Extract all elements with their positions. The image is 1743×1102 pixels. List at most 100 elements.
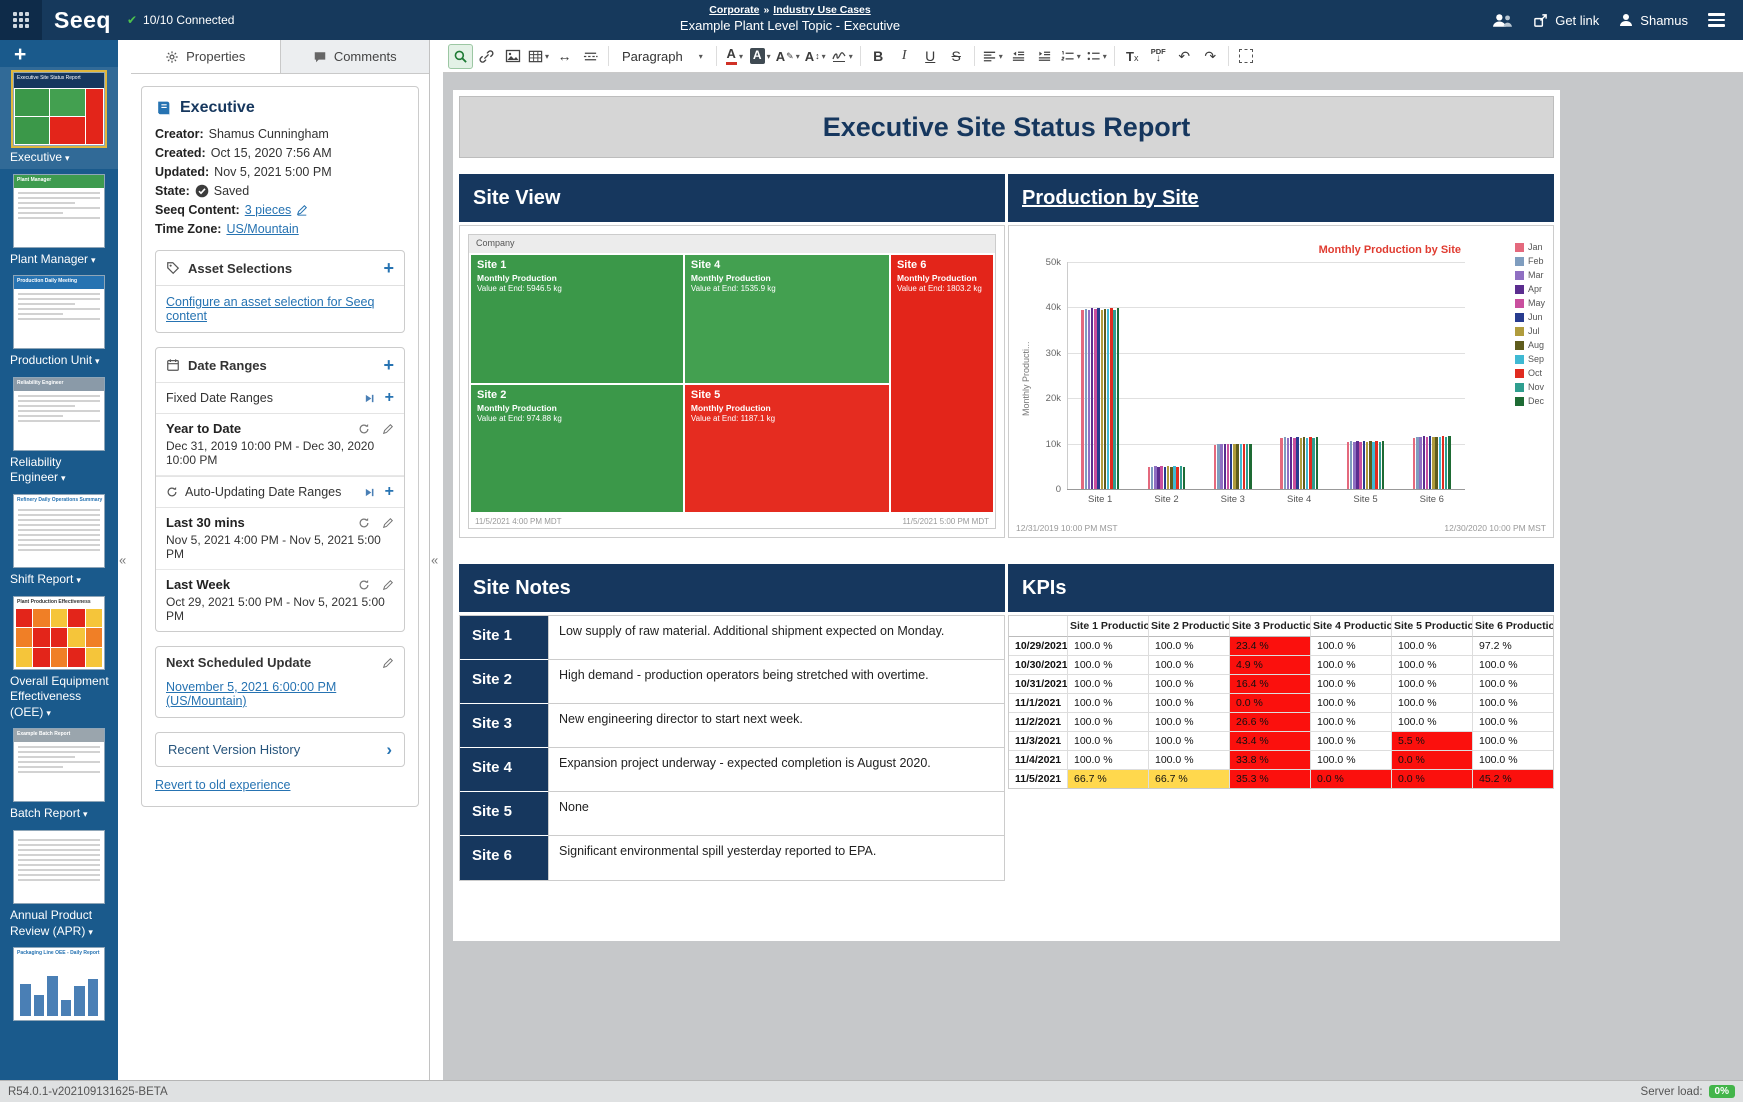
document-thumbnail[interactable] (13, 830, 105, 904)
insert-table-button[interactable]: ▾ (526, 44, 551, 69)
breadcrumb-corporate-link[interactable]: Corporate (709, 4, 759, 16)
italic-button[interactable]: I (892, 44, 917, 69)
sidebar-item[interactable]: Packaging Line OEE - Daily Report (0, 942, 118, 1024)
chart-bar[interactable] (1372, 442, 1375, 489)
collapse-properties-button[interactable]: « (431, 553, 438, 568)
sidebar-item[interactable]: Plant Production EffectivenessOverall Eq… (0, 591, 118, 724)
chart-bar[interactable] (1246, 444, 1249, 489)
chevron-down-icon[interactable]: ▾ (46, 708, 51, 718)
chart-bar[interactable] (1233, 444, 1236, 489)
document-thumbnail[interactable]: Refinery Daily Operations Summary (13, 494, 105, 568)
sidebar-item[interactable]: Annual Product Review (APR)▾ (0, 825, 118, 942)
chevron-down-icon[interactable]: ▾ (91, 255, 96, 265)
font-size-button[interactable]: A↕▾ (803, 44, 828, 69)
refresh-icon[interactable] (358, 423, 370, 435)
chart-bar[interactable] (1148, 467, 1151, 489)
sidebar-item[interactable]: Plant ManagerPlant Manager▾ (0, 169, 118, 271)
signature-button[interactable]: ▾ (829, 44, 855, 69)
document-thumbnail[interactable]: Plant Production Effectiveness (13, 596, 105, 670)
redo-button[interactable]: ↷ (1198, 44, 1223, 69)
chart-bar[interactable] (1419, 437, 1422, 489)
chart-bar[interactable] (1435, 437, 1438, 489)
chart-bar[interactable] (1214, 445, 1217, 490)
add-asset-selection-button[interactable]: + (383, 259, 394, 277)
chart-bar[interactable] (1176, 467, 1179, 489)
legend-item[interactable]: Mar (1515, 270, 1545, 280)
chart-bar[interactable] (1183, 467, 1186, 490)
outdent-button[interactable] (1006, 44, 1031, 69)
text-color-button[interactable]: A▾ (722, 44, 747, 69)
legend-item[interactable]: Dec (1515, 396, 1545, 406)
get-link-button[interactable]: Get link (1533, 13, 1599, 28)
indent-button[interactable] (1032, 44, 1057, 69)
legend-item[interactable]: Jun (1515, 312, 1545, 322)
chart-bar[interactable] (1448, 436, 1451, 489)
chart-bar[interactable] (1347, 442, 1350, 489)
undo-button[interactable]: ↶ (1172, 44, 1197, 69)
chart-bar[interactable] (1359, 442, 1362, 489)
legend-item[interactable]: Apr (1515, 284, 1545, 294)
chart-bar[interactable] (1429, 436, 1432, 489)
highlight-color-button[interactable]: A▾ (748, 44, 773, 69)
fixed-width-button[interactable]: ↔ (552, 44, 577, 69)
chart-bar[interactable] (1243, 444, 1246, 489)
legend-item[interactable]: Feb (1515, 256, 1545, 266)
legend-item[interactable]: May (1515, 298, 1545, 308)
chevron-down-icon[interactable]: ▾ (88, 927, 93, 937)
document-thumbnail[interactable]: Packaging Line OEE - Daily Report (13, 947, 105, 1021)
chart-bar[interactable] (1382, 441, 1385, 489)
chart-bar[interactable] (1426, 437, 1429, 489)
seeq-content-link[interactable]: 3 pieces (245, 203, 292, 217)
chart-bar[interactable] (1180, 466, 1183, 489)
insert-seeq-content-button[interactable] (448, 44, 473, 69)
chart-bar[interactable] (1091, 308, 1094, 489)
legend-item[interactable]: Nov (1515, 382, 1545, 392)
document-thumbnail[interactable]: Example Batch Report (13, 728, 105, 802)
show-borders-button[interactable] (1234, 44, 1259, 69)
chart-bar[interactable] (1173, 466, 1176, 489)
chevron-down-icon[interactable]: ▾ (95, 356, 100, 366)
chart-bar[interactable] (1236, 444, 1239, 489)
chart-bar[interactable] (1107, 309, 1110, 489)
chart-bar[interactable] (1316, 437, 1319, 489)
hamburger-menu-icon[interactable] (1708, 13, 1725, 27)
clear-formatting-button[interactable]: Tx (1120, 44, 1145, 69)
chart-bar[interactable] (1220, 444, 1223, 489)
chart-bar[interactable] (1167, 466, 1170, 489)
chart-bar[interactable] (1097, 308, 1100, 489)
chart-bar[interactable] (1306, 438, 1309, 490)
chevron-down-icon[interactable]: ▾ (65, 153, 70, 163)
edit-icon[interactable] (296, 204, 308, 216)
treemap-cell-site-4[interactable]: Site 4 Monthly Production Value at End: … (685, 255, 889, 383)
document-thumbnail[interactable]: Plant Manager (13, 174, 105, 248)
edit-icon[interactable] (382, 517, 394, 529)
chart-bar[interactable] (1230, 444, 1233, 489)
sidebar-item[interactable]: Refinery Daily Operations SummaryShift R… (0, 489, 118, 591)
page-break-button[interactable] (578, 44, 603, 69)
ordered-list-button[interactable]: ▾ (1058, 44, 1083, 69)
treemap-cell-site-6[interactable]: Site 6 Monthly Production Value at End: … (891, 255, 993, 512)
chart-bar[interactable] (1445, 437, 1448, 489)
chart-bar[interactable] (1356, 441, 1359, 489)
user-menu-button[interactable]: Shamus (1619, 13, 1688, 28)
chart-bar[interactable] (1379, 442, 1382, 489)
sidebar-item[interactable]: Production Daily MeetingProduction Unit▾ (0, 270, 118, 372)
chevron-down-icon[interactable]: ▾ (61, 473, 66, 483)
edit-icon[interactable] (382, 657, 394, 669)
app-switcher-button[interactable] (0, 0, 42, 40)
chart-bar[interactable] (1442, 436, 1445, 489)
add-document-button[interactable]: + (0, 40, 118, 67)
chart-bar[interactable] (1104, 309, 1107, 489)
sidebar-item[interactable]: Reliability EngineerReliability Engineer… (0, 372, 118, 489)
chart-bar[interactable] (1164, 467, 1167, 489)
step-forward-icon[interactable] (364, 393, 375, 404)
chart-bar[interactable] (1303, 437, 1306, 489)
bullet-list-button[interactable]: ▾ (1084, 44, 1109, 69)
chart-bar[interactable] (1366, 442, 1369, 489)
chart-bar[interactable] (1312, 438, 1315, 489)
legend-item[interactable]: Aug (1515, 340, 1545, 350)
chart-bar[interactable] (1413, 438, 1416, 489)
strikethrough-button[interactable]: S (944, 44, 969, 69)
chart-bar[interactable] (1309, 437, 1312, 489)
edit-icon[interactable] (382, 423, 394, 435)
